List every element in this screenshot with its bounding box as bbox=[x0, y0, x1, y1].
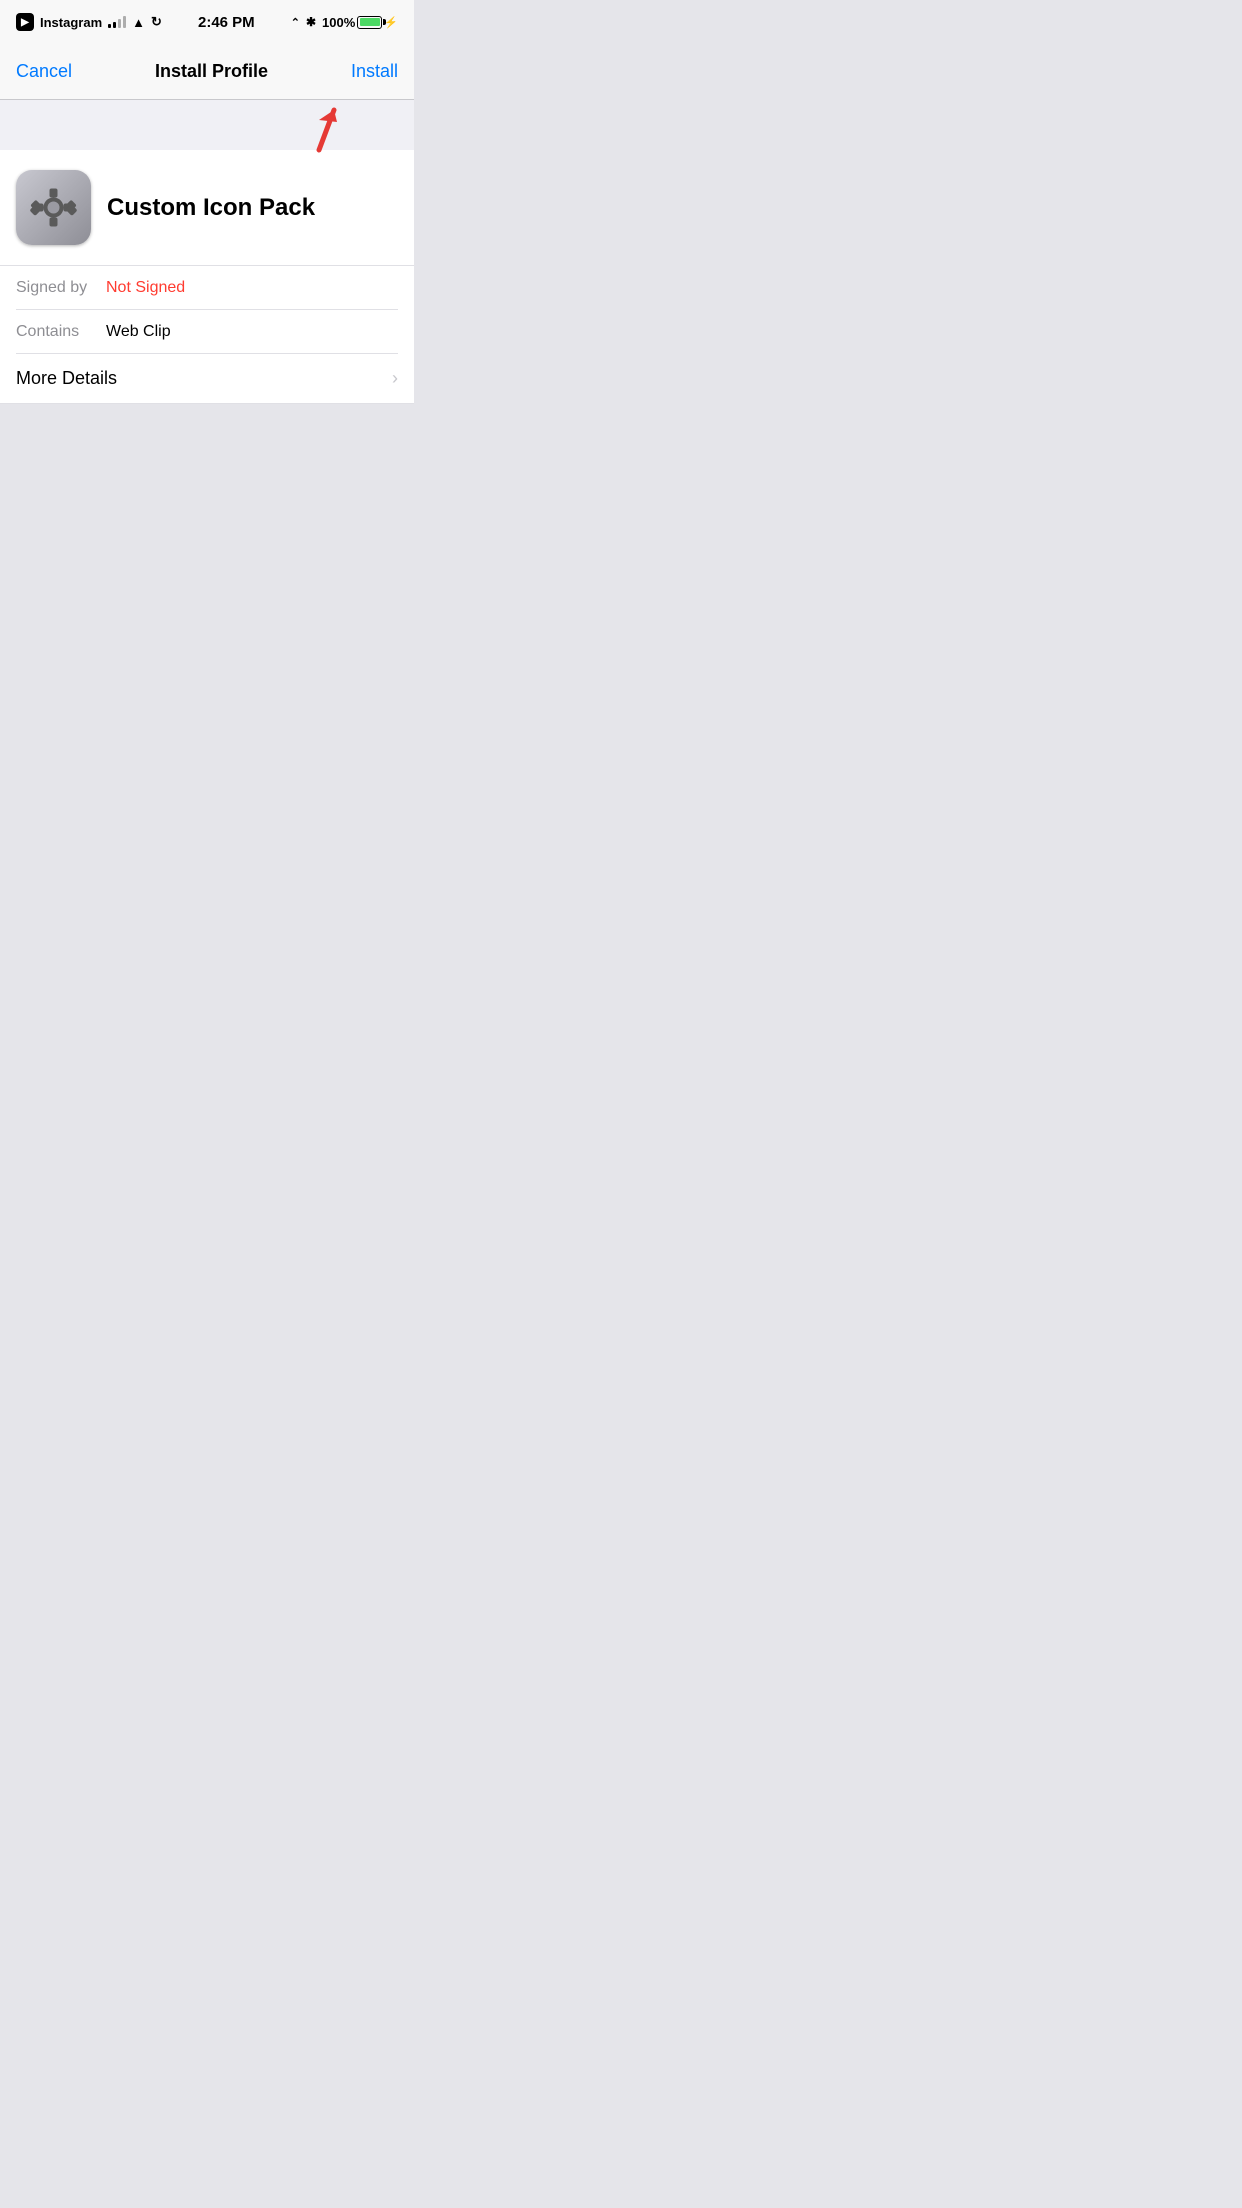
contains-row: Contains Web Clip bbox=[16, 310, 398, 354]
profile-header: Custom Icon Pack bbox=[0, 150, 414, 266]
location-icon: ⌃ bbox=[291, 16, 300, 29]
battery-icon bbox=[357, 16, 382, 29]
charging-icon: ⚡ bbox=[384, 16, 398, 29]
battery-container: 100% ⚡ bbox=[322, 15, 398, 30]
battery-fill bbox=[360, 18, 380, 26]
settings-gear-icon bbox=[16, 170, 91, 245]
app-icon: ▶ bbox=[16, 13, 34, 31]
profile-name-label: Custom Icon Pack bbox=[107, 194, 315, 222]
arrow-annotation-area bbox=[0, 100, 414, 150]
app-name-label: Instagram bbox=[40, 15, 102, 30]
cancel-button[interactable]: Cancel bbox=[16, 61, 72, 82]
more-details-row[interactable]: More Details › bbox=[0, 354, 414, 404]
signed-by-row: Signed by Not Signed bbox=[16, 266, 398, 310]
red-arrow-icon bbox=[289, 100, 344, 155]
nav-title: Install Profile bbox=[155, 61, 268, 82]
status-bar: ▶ Instagram ▲ ↻ 2:46 PM ⌃ ✱ 100% ⚡ bbox=[0, 0, 414, 44]
nav-bar: Cancel Install Profile Install bbox=[0, 44, 414, 100]
signal-bars bbox=[108, 16, 126, 28]
chevron-right-icon: › bbox=[392, 368, 398, 389]
status-left: ▶ Instagram ▲ ↻ bbox=[16, 13, 162, 31]
battery-percent: 100% bbox=[322, 15, 355, 30]
install-button[interactable]: Install bbox=[351, 61, 398, 82]
contains-label: Contains bbox=[16, 323, 106, 341]
more-details-label: More Details bbox=[16, 368, 117, 389]
gray-background bbox=[0, 404, 414, 904]
contains-value: Web Clip bbox=[106, 323, 171, 341]
status-right: ⌃ ✱ 100% ⚡ bbox=[291, 15, 398, 30]
profile-icon bbox=[16, 170, 91, 245]
signed-by-label: Signed by bbox=[16, 279, 106, 297]
content-area: Custom Icon Pack Signed by Not Signed Co… bbox=[0, 150, 414, 404]
wifi-icon: ▲ bbox=[132, 15, 145, 30]
bluetooth-icon: ✱ bbox=[306, 15, 316, 29]
status-time: 2:46 PM bbox=[198, 14, 255, 31]
sync-icon: ↻ bbox=[151, 14, 162, 30]
signed-by-value: Not Signed bbox=[106, 279, 185, 297]
details-section: Signed by Not Signed Contains Web Clip bbox=[0, 266, 414, 354]
